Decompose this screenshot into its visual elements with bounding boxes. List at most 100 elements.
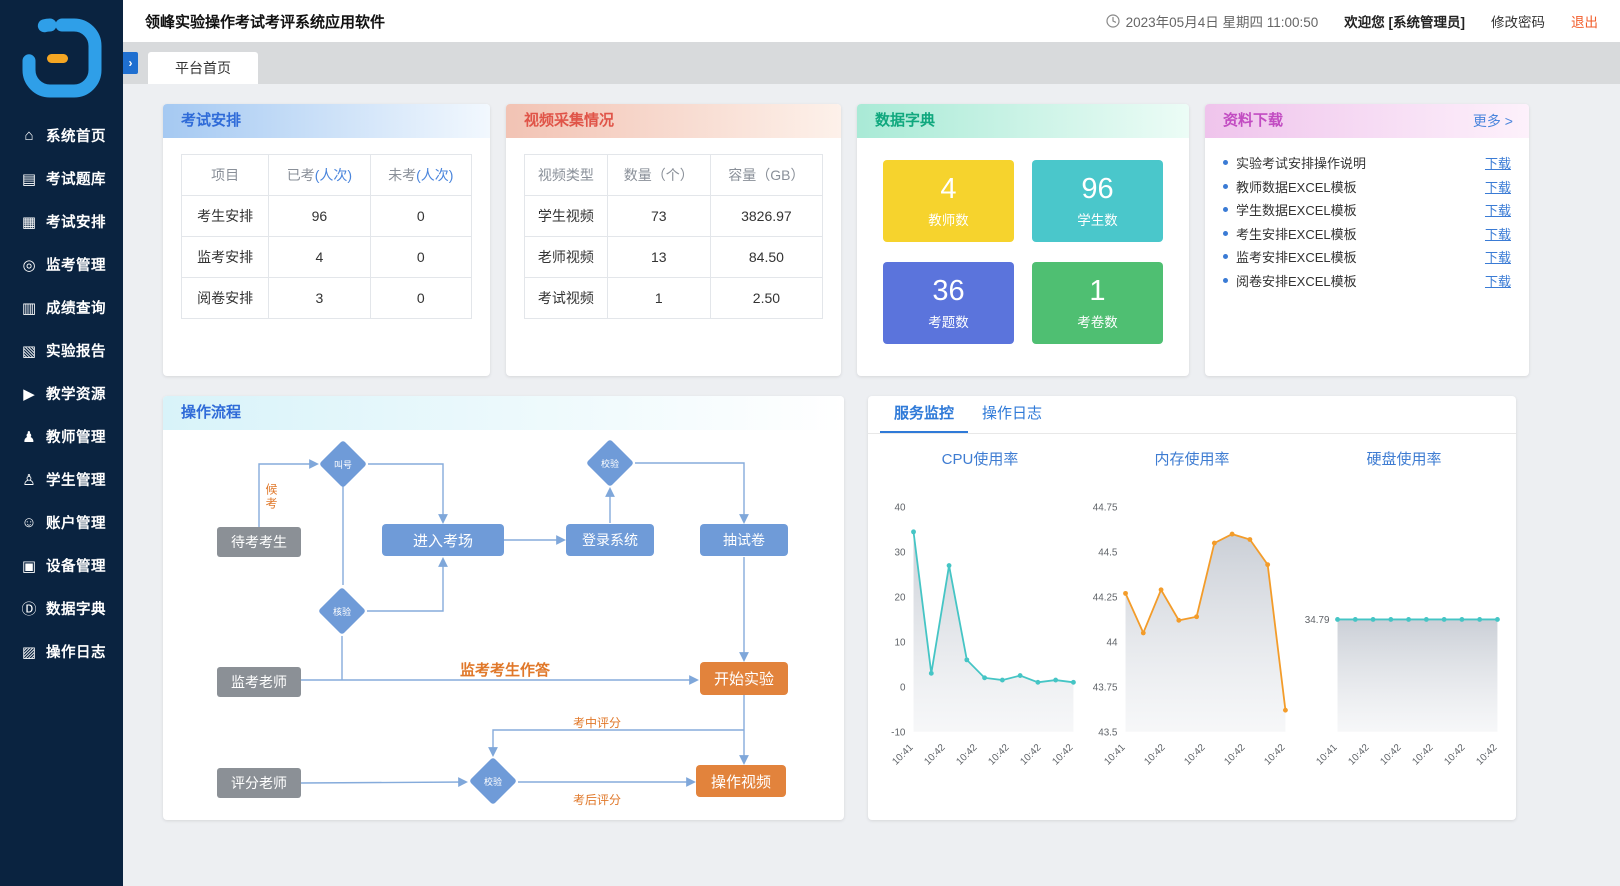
sidebar-collapse-button[interactable]: › xyxy=(123,52,138,74)
download-link[interactable]: 下载 xyxy=(1485,153,1511,172)
list-item: 监考安排EXCEL模板下载 xyxy=(1223,245,1511,269)
svg-text:10:42: 10:42 xyxy=(1346,742,1371,767)
tab-service-monitor[interactable]: 服务监控 xyxy=(880,396,968,433)
tile-value: 96 xyxy=(1081,173,1113,206)
tab-operation-log[interactable]: 操作日志 xyxy=(968,396,1056,433)
flow-node-invigilator: 监考老师 xyxy=(217,667,301,697)
question-bank-icon: ▤ xyxy=(19,170,39,188)
svg-text:10:42: 10:42 xyxy=(1474,742,1499,767)
sidebar-item-lab-report[interactable]: ▧实验报告 xyxy=(0,329,123,372)
svg-text:0: 0 xyxy=(900,682,906,693)
svg-text:10: 10 xyxy=(894,637,905,648)
exam-schedule-icon: ▦ xyxy=(19,213,39,231)
svg-text:10:42: 10:42 xyxy=(954,742,979,767)
flow-node-check: 核验 xyxy=(318,587,366,635)
download-link[interactable]: 下载 xyxy=(1485,177,1511,196)
sidebar-item-question-bank[interactable]: ▤考试题库 xyxy=(0,157,123,200)
sidebar-item-exam-schedule[interactable]: ▦ 考试安排 xyxy=(0,200,123,243)
col-done-unit: (人次) xyxy=(315,167,352,183)
done-count[interactable]: 3 xyxy=(269,278,370,319)
cpu-usage-plot: 403020100-1010:4110:4210:4210:4210:4210:… xyxy=(874,469,1086,813)
welcome-text: 欢迎您 [系统管理员] xyxy=(1344,11,1465,31)
tab-platform-home[interactable]: 平台首页 xyxy=(148,52,258,84)
list-item: 学生数据EXCEL模板下载 xyxy=(1223,198,1511,222)
flow-node-draw-paper: 抽试卷 xyxy=(700,524,788,556)
sidebar-item-operation-log[interactable]: ▨ 操作日志 xyxy=(0,630,123,673)
svg-text:44: 44 xyxy=(1106,637,1117,648)
sidebar-item-teacher-management[interactable]: ♟教师管理 xyxy=(0,415,123,458)
more-link[interactable]: 更多 > xyxy=(1473,104,1513,138)
svg-text:43.5: 43.5 xyxy=(1098,727,1118,738)
todo-count: 0 xyxy=(370,278,471,319)
table-row: 学生视频 73 3826.97 xyxy=(525,196,823,237)
sidebar-menu: ⌂系统首页 ▤考试题库 ▦ 考试安排 ◎ 监考管理 ▥成绩查询 ▧实验报告 ▶ 教学资… xyxy=(0,114,123,673)
svg-text:10:42: 10:42 xyxy=(1050,742,1075,767)
exam-arrangement-card: 考试安排 项目 已考(人次) 未考(人次) 考生安排 96 0 xyxy=(163,104,490,376)
monitor-tabs: 服务监控 操作日志 xyxy=(868,396,1516,434)
sidebar-item-device-management[interactable]: ▣设备管理 xyxy=(0,544,123,587)
table-row: 监考安排 4 0 xyxy=(182,237,472,278)
exam-card-title: 考试安排 xyxy=(163,104,490,138)
student-management-icon: ♙ xyxy=(19,471,39,489)
download-link[interactable]: 下载 xyxy=(1485,271,1511,290)
flow-node-login-system: 登录系统 xyxy=(566,524,654,556)
chart-title: 硬盘使用率 xyxy=(1298,448,1510,469)
svg-text:10:42: 10:42 xyxy=(1222,742,1247,767)
sidebar-item-invigilation[interactable]: ◎ 监考管理 xyxy=(0,243,123,286)
video-type: 学生视频 xyxy=(525,196,608,237)
sidebar-item-student-management[interactable]: ♙ 学生管理 xyxy=(0,458,123,501)
svg-text:20: 20 xyxy=(894,593,905,604)
page: ⌂系统首页 ▤考试题库 ▦ 考试安排 ◎ 监考管理 ▥成绩查询 ▧实验报告 ▶ 教学资… xyxy=(0,0,1620,886)
invigilation-icon: ◎ xyxy=(19,256,39,274)
account-management-icon: ☺ xyxy=(19,514,39,531)
svg-text:10:41: 10:41 xyxy=(890,742,916,768)
operation-log-icon: ▨ xyxy=(19,643,39,661)
done-count[interactable]: 4 xyxy=(269,237,370,278)
row-label: 考生安排 xyxy=(182,196,269,237)
change-password-link[interactable]: 修改密码 xyxy=(1491,11,1545,31)
flow-node-start-experiment: 开始实验 xyxy=(700,662,788,695)
video-card-title: 视频采集情况 xyxy=(506,104,841,138)
svg-text:10:41: 10:41 xyxy=(1314,742,1340,768)
sidebar-item-home[interactable]: ⌂系统首页 xyxy=(0,114,123,157)
download-item-name: 学生数据EXCEL模板 xyxy=(1236,200,1485,219)
sidebar-item-label: 考试安排 xyxy=(46,211,106,232)
download-link[interactable]: 下载 xyxy=(1485,200,1511,219)
tile-value: 1 xyxy=(1089,275,1105,308)
student-count-tile: 96 学生数 xyxy=(1032,160,1163,242)
video-type: 老师视频 xyxy=(525,237,608,278)
download-link[interactable]: 下载 xyxy=(1485,224,1511,243)
sidebar-item-data-dictionary[interactable]: Ⓓ 数据字典 xyxy=(0,587,123,630)
sidebar-item-label: 操作日志 xyxy=(46,641,106,662)
sidebar-item-score-query[interactable]: ▥成绩查询 xyxy=(0,286,123,329)
diamond-label: 叫号 xyxy=(326,447,360,481)
sidebar-item-label: 教学资源 xyxy=(46,383,106,404)
video-count: 13 xyxy=(607,237,710,278)
score-query-icon: ▥ xyxy=(19,299,39,317)
download-link[interactable]: 下载 xyxy=(1485,247,1511,266)
logout-link[interactable]: 退出 xyxy=(1571,11,1598,31)
sidebar-item-label: 教师管理 xyxy=(46,426,106,447)
sidebar-item-label: 监考管理 xyxy=(46,254,106,275)
disk-usage-plot: 34.7910:4110:4210:4210:4210:4210:42 xyxy=(1298,469,1510,813)
sidebar-item-label: 学生管理 xyxy=(46,469,106,490)
col-header-done: 已考(人次) xyxy=(269,155,370,196)
svg-text:43.75: 43.75 xyxy=(1093,682,1118,693)
row-label: 监考安排 xyxy=(182,237,269,278)
exam-arrangement-table: 项目 已考(人次) 未考(人次) 考生安排 96 0 监考安排 4 0 xyxy=(181,154,472,319)
sidebar-item-teaching-resource[interactable]: ▶ 教学资源 xyxy=(0,372,123,415)
svg-text:10:42: 10:42 xyxy=(1182,742,1207,767)
col-header-video-type: 视频类型 xyxy=(525,155,608,196)
data-dictionary-card: 数据字典 4 教师数 96 学生数 36 考题数 xyxy=(857,104,1189,376)
svg-text:30: 30 xyxy=(894,548,905,559)
dict-card-title: 数据字典 xyxy=(857,104,1189,138)
sidebar-item-account-management[interactable]: ☺账户管理 xyxy=(0,501,123,544)
tile-label: 教师数 xyxy=(928,209,969,229)
data-dictionary-icon: Ⓓ xyxy=(19,598,39,619)
teaching-resource-icon: ▶ xyxy=(19,385,39,403)
done-count[interactable]: 96 xyxy=(269,196,370,237)
flow-node-enter-room: 进入考场 xyxy=(382,524,504,556)
sidebar-item-label: 数据字典 xyxy=(46,598,106,619)
tile-value: 36 xyxy=(932,275,964,308)
question-count-tile: 36 考题数 xyxy=(883,262,1014,344)
